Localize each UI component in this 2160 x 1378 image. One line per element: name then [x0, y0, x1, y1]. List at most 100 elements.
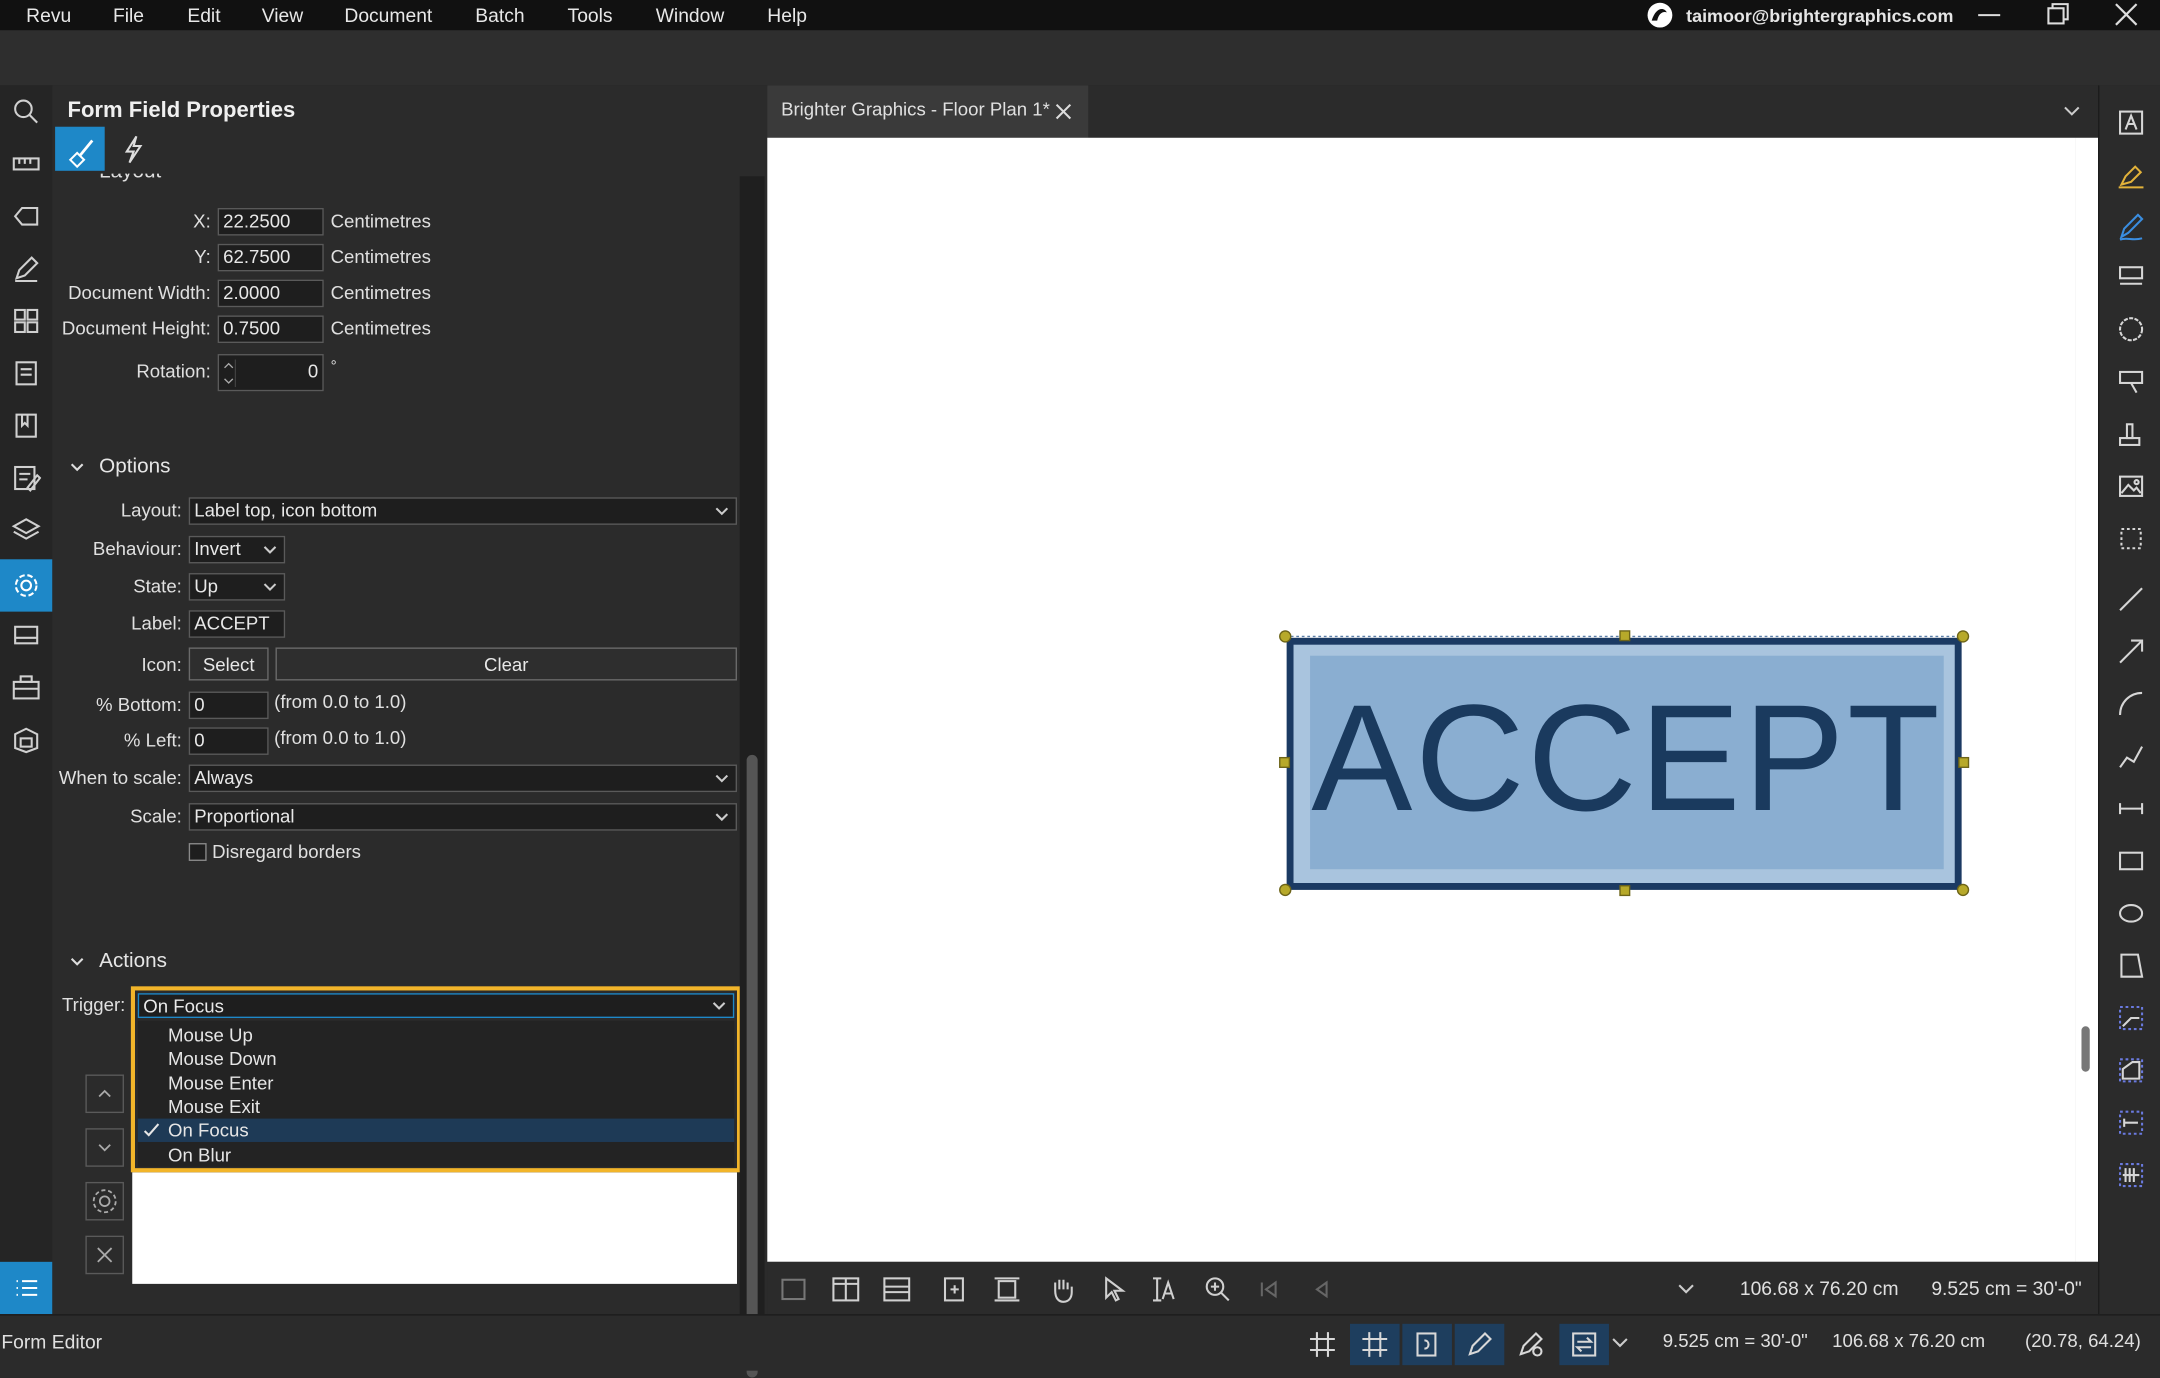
- toolchest-icon[interactable]: [6, 667, 47, 708]
- status-chevron-icon[interactable]: [1610, 1335, 1629, 1352]
- first-page-icon[interactable]: [1249, 1270, 1288, 1309]
- thumbnails-icon[interactable]: [6, 300, 47, 341]
- clear-icon-button[interactable]: Clear: [275, 647, 737, 681]
- document-canvas[interactable]: ACCEPT: [767, 137, 2076, 1262]
- menu-document[interactable]: Document: [344, 4, 432, 26]
- arrow-icon[interactable]: [2108, 628, 2155, 675]
- grid-icon[interactable]: [1302, 1324, 1343, 1365]
- bookmarks-icon[interactable]: [6, 405, 47, 446]
- line-icon[interactable]: [2108, 576, 2155, 623]
- trigger-select[interactable]: On Focus: [137, 993, 735, 1019]
- x-field[interactable]: 22.2500: [217, 208, 324, 236]
- select-arrow-icon[interactable]: [1095, 1270, 1134, 1309]
- studio-icon[interactable]: [6, 614, 47, 655]
- form-field-icon[interactable]: [2108, 253, 2155, 300]
- sync-view-icon[interactable]: [1559, 1323, 1609, 1366]
- split-vertical-icon[interactable]: [827, 1270, 866, 1309]
- cloud-icon[interactable]: [2108, 306, 2155, 353]
- panel-scrollbar-thumb[interactable]: [746, 754, 758, 1378]
- pan-hand-icon[interactable]: [1043, 1270, 1082, 1309]
- snapshot-icon[interactable]: [2108, 515, 2155, 562]
- text-select-icon[interactable]: [1145, 1270, 1184, 1309]
- close-window-icon[interactable]: [2094, 0, 2157, 30]
- toolbar-chevron-icon[interactable]: [1676, 1281, 1695, 1298]
- menu-file[interactable]: File: [113, 4, 144, 26]
- tab-list-chevron-icon[interactable]: [2062, 103, 2081, 120]
- trigger-option-mouse-up[interactable]: Mouse Up: [168, 1025, 253, 1046]
- zoom-icon[interactable]: [1198, 1270, 1237, 1309]
- tab-floor-plan[interactable]: Brighter Graphics - Floor Plan 1*: [767, 85, 1089, 138]
- snap-to-grid-icon[interactable]: [1349, 1323, 1400, 1366]
- callout-icon[interactable]: [2108, 358, 2155, 405]
- sync-icon[interactable]: [935, 1270, 974, 1309]
- arc-icon[interactable]: [2108, 681, 2155, 728]
- markups-list-icon[interactable]: [6, 353, 47, 394]
- trigger-option-on-blur[interactable]: On Blur: [168, 1145, 231, 1166]
- restore-icon[interactable]: [2025, 0, 2088, 30]
- highlighter-icon[interactable]: [2108, 152, 2155, 199]
- text-box-icon[interactable]: [2108, 99, 2155, 146]
- menu-window[interactable]: Window: [656, 4, 725, 26]
- tab-appearance[interactable]: [55, 126, 105, 171]
- measure-count-icon[interactable]: [2108, 1152, 2155, 1199]
- move-down-button[interactable]: [85, 1128, 124, 1167]
- polygon-icon[interactable]: [2108, 942, 2155, 989]
- when-to-scale-select[interactable]: Always: [188, 764, 737, 793]
- minimize-icon[interactable]: [1956, 0, 2019, 30]
- ellipse-icon[interactable]: [2108, 890, 2155, 937]
- actions-section-header[interactable]: Actions: [69, 949, 167, 973]
- trigger-option-mouse-exit[interactable]: Mouse Exit: [168, 1097, 260, 1118]
- layout-select[interactable]: Label top, icon bottom: [188, 497, 737, 525]
- layout-section-header[interactable]: Layout: [52, 174, 741, 182]
- behaviour-select[interactable]: Invert: [188, 535, 286, 564]
- label-field[interactable]: ACCEPT: [188, 610, 286, 638]
- single-page-icon[interactable]: [774, 1270, 813, 1309]
- rotation-spinner[interactable]: 0: [217, 354, 324, 392]
- dimension-icon[interactable]: [2108, 785, 2155, 832]
- select-icon-button[interactable]: Select: [188, 647, 269, 681]
- polyline-icon[interactable]: [2108, 733, 2155, 780]
- spaces-icon[interactable]: [6, 719, 47, 760]
- reuse-markup-icon[interactable]: [1510, 1324, 1551, 1365]
- account-area[interactable]: taimoor@brightergraphics.com: [1645, 0, 1953, 30]
- menu-edit[interactable]: Edit: [187, 4, 220, 26]
- stamp-icon[interactable]: [2108, 411, 2155, 458]
- scale-select[interactable]: Proportional: [188, 803, 737, 831]
- search-icon[interactable]: [6, 91, 47, 132]
- markup-pen-icon[interactable]: [6, 248, 47, 289]
- snap-to-content-icon[interactable]: [1402, 1323, 1452, 1366]
- panel-list-icon[interactable]: [0, 1261, 53, 1315]
- spinner-arrows-icon[interactable]: [222, 359, 236, 388]
- split-horizontal-icon[interactable]: [877, 1270, 916, 1309]
- forms-list-icon[interactable]: [6, 457, 47, 498]
- measure-length-icon[interactable]: [2108, 995, 2155, 1042]
- menu-tools[interactable]: Tools: [568, 4, 613, 26]
- percent-bottom-field[interactable]: 0: [188, 691, 269, 720]
- state-select[interactable]: Up: [188, 573, 286, 601]
- image-icon[interactable]: [2108, 463, 2155, 510]
- close-tab-icon[interactable]: [1054, 102, 1073, 121]
- tag-icon[interactable]: [6, 196, 47, 237]
- delete-action-button[interactable]: [85, 1235, 124, 1275]
- percent-left-field[interactable]: 0: [188, 727, 269, 755]
- snap-to-markup-icon[interactable]: [1454, 1323, 1505, 1366]
- panel-scrollbar[interactable]: [739, 176, 765, 1378]
- layers-icon[interactable]: [6, 510, 47, 551]
- measure-diameter-icon[interactable]: [2108, 1099, 2155, 1146]
- disregard-borders-checkbox[interactable]: [188, 843, 207, 861]
- properties-gear-icon[interactable]: [0, 559, 53, 612]
- menu-view[interactable]: View: [262, 4, 303, 26]
- trigger-option-on-focus-row[interactable]: On Focus: [137, 1118, 735, 1142]
- move-up-button[interactable]: [85, 1074, 124, 1114]
- tab-actions[interactable]: [113, 129, 154, 168]
- canvas-scrollbar-thumb[interactable]: [2081, 1026, 2090, 1072]
- rectangle-icon[interactable]: [2108, 838, 2155, 885]
- trigger-option-mouse-down[interactable]: Mouse Down: [168, 1048, 277, 1069]
- menu-batch[interactable]: Batch: [475, 4, 524, 26]
- menu-revu[interactable]: Revu: [26, 4, 71, 26]
- trigger-option-mouse-enter[interactable]: Mouse Enter: [168, 1073, 273, 1094]
- action-settings-button[interactable]: [85, 1181, 124, 1221]
- actions-list[interactable]: [132, 1170, 737, 1284]
- previous-page-icon[interactable]: [1302, 1270, 1341, 1309]
- menu-help[interactable]: Help: [767, 4, 807, 26]
